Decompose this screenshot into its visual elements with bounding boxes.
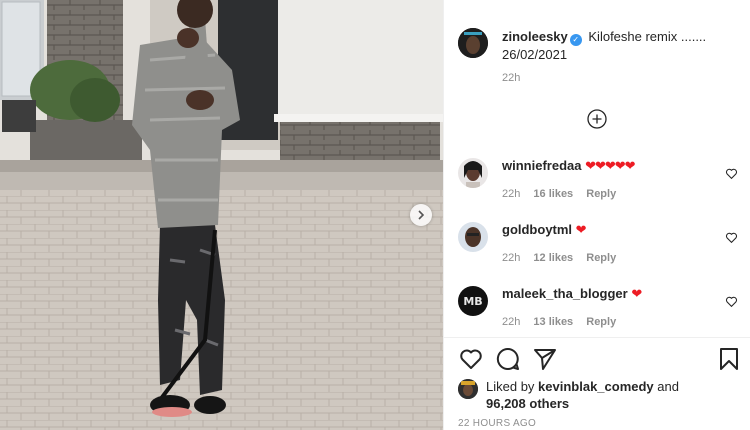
heart-icon[interactable]	[725, 231, 738, 244]
comment-text: ❤	[575, 222, 587, 237]
comment-item: winniefredaa ❤❤❤❤❤ 22h 16 likes Reply	[458, 157, 748, 213]
author-avatar-image	[458, 28, 488, 58]
commenter-avatar-image	[458, 158, 488, 188]
comment-item: MB maleek_tha_blogger ❤ 22h 13 likes Rep…	[458, 285, 748, 341]
chevron-right-icon	[418, 210, 425, 220]
post-side-panel: zinoleesky ✓ Kilofeshe remix ....... 26/0…	[443, 0, 750, 430]
commenter-avatar-image: MB	[458, 286, 488, 316]
post-timestamp[interactable]: 22 HOURS AGO	[458, 418, 536, 429]
comment-text: ❤	[631, 286, 642, 301]
liked-by-and: and	[657, 379, 679, 394]
post-action-bar	[458, 346, 740, 374]
reply-button[interactable]: Reply	[586, 188, 616, 200]
actions-divider	[444, 337, 750, 338]
comment-username[interactable]: goldboytml	[502, 222, 572, 237]
liker-avatar-image	[458, 379, 478, 399]
liked-by-prefix: Liked by	[486, 379, 535, 394]
comment-text-line: goldboytml ❤	[502, 221, 587, 239]
liked-by-text: Liked by kevinblak_comedy and 96,208 oth…	[486, 378, 679, 412]
commenter-avatar-image	[458, 222, 488, 252]
commenter-avatar[interactable]: MB	[458, 286, 488, 316]
comment-username[interactable]: maleek_tha_blogger	[502, 286, 628, 301]
comment-time: 22h	[502, 188, 521, 200]
comment-time: 22h	[502, 252, 521, 264]
comment-likes[interactable]: 16 likes	[533, 188, 573, 200]
comment-item: goldboytml ❤ 22h 12 likes Reply	[458, 221, 748, 277]
commenter-avatar[interactable]	[458, 158, 488, 188]
verified-badge-icon: ✓	[569, 34, 582, 46]
liker-username[interactable]: kevinblak_comedy	[538, 379, 654, 394]
comment-time: 22h	[502, 316, 521, 328]
svg-text:MB: MB	[463, 295, 482, 308]
like-heart-icon[interactable]	[458, 346, 484, 372]
reply-button[interactable]: Reply	[586, 252, 616, 264]
paper-plane-icon[interactable]	[532, 346, 558, 372]
load-more-comments-button[interactable]	[587, 109, 607, 129]
caption-time: 22h	[502, 72, 521, 84]
heart-icon[interactable]	[725, 167, 738, 180]
plus-circle-icon	[587, 109, 607, 129]
post-photo-image	[0, 0, 443, 430]
comment-meta: 22h 13 likes Reply	[502, 316, 626, 328]
commenter-avatar[interactable]	[458, 222, 488, 252]
caption-text-block: zinoleesky ✓ Kilofeshe remix ....... 26/0…	[502, 28, 742, 64]
reply-button[interactable]: Reply	[586, 316, 616, 328]
comment-meta: 22h 16 likes Reply	[502, 188, 626, 200]
author-username[interactable]: zinoleesky	[502, 29, 568, 44]
comment-text-line: maleek_tha_blogger ❤	[502, 285, 642, 303]
author-avatar[interactable]	[458, 28, 488, 58]
comment-username[interactable]: winniefredaa	[502, 158, 581, 173]
comment-bubble-icon[interactable]	[495, 346, 521, 372]
likes-count-others[interactable]: 96,208 others	[486, 396, 569, 411]
next-photo-button[interactable]	[410, 204, 432, 226]
comment-likes[interactable]: 12 likes	[533, 252, 573, 264]
liker-avatar[interactable]	[458, 379, 478, 399]
comment-text-line: winniefredaa ❤❤❤❤❤	[502, 157, 636, 175]
bookmark-icon[interactable]	[716, 346, 742, 372]
post-photo[interactable]	[0, 0, 443, 430]
comment-likes[interactable]: 13 likes	[533, 316, 573, 328]
heart-icon[interactable]	[725, 295, 738, 308]
comment-text: ❤❤❤❤❤	[585, 158, 635, 173]
comment-meta: 22h 12 likes Reply	[502, 252, 626, 264]
